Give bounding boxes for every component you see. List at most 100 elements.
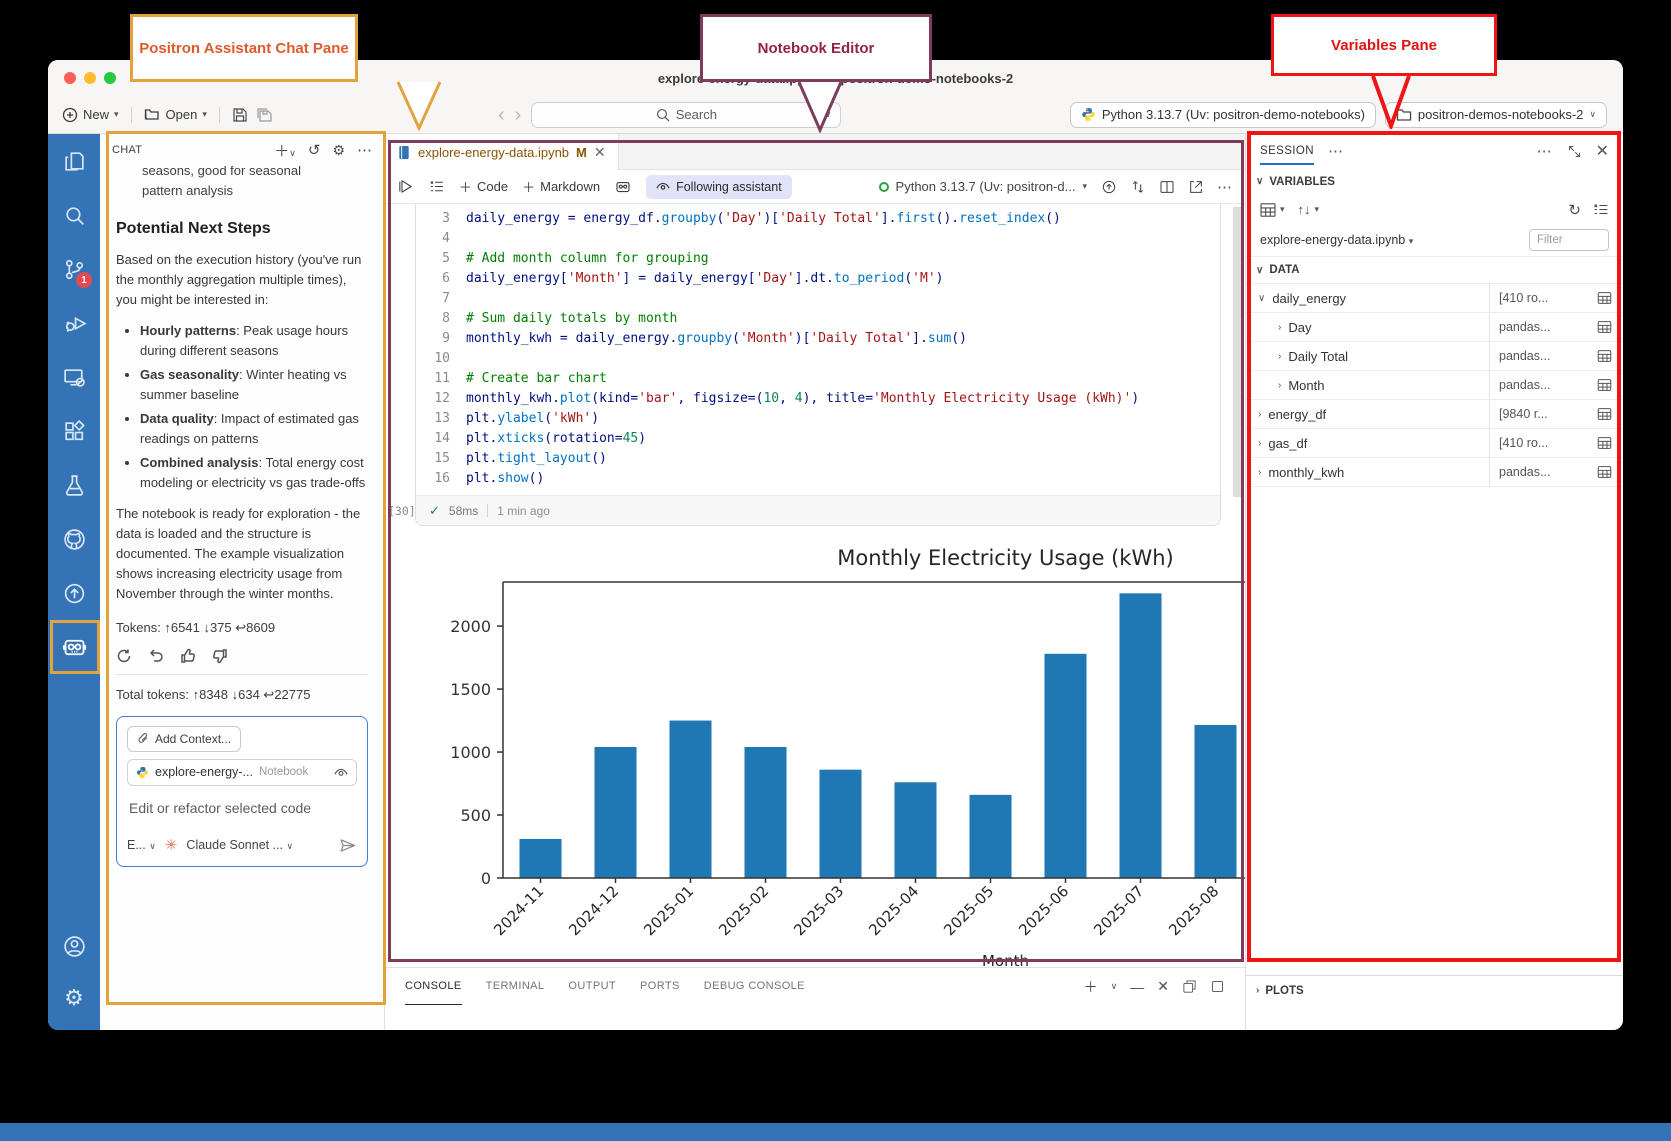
chevron-right-icon[interactable]: › xyxy=(1258,409,1261,420)
minimize-panel-icon[interactable]: — xyxy=(1130,979,1144,995)
chevron-right-icon[interactable]: › xyxy=(1258,467,1261,478)
code-line[interactable]: 7 xyxy=(416,289,1220,309)
code-line[interactable]: 9monthly_kwh = daily_energy.groupby('Mon… xyxy=(416,329,1220,349)
open-data-viewer-icon[interactable] xyxy=(1585,291,1623,305)
chevron-right-icon[interactable]: › xyxy=(1258,438,1261,449)
sync-compare-icon[interactable] xyxy=(1130,179,1146,195)
layout-grid-button[interactable]: ▾ xyxy=(1260,203,1285,217)
open-data-viewer-icon[interactable] xyxy=(1585,320,1623,334)
open-button[interactable]: Open ▾ xyxy=(144,107,207,122)
sort-button[interactable]: ↑↓▾ xyxy=(1298,202,1320,217)
add-code-cell-button[interactable]: ＋ Code xyxy=(459,177,508,196)
sidebar-item-explorer[interactable] xyxy=(48,134,100,188)
sidebar-item-github[interactable] xyxy=(48,512,100,566)
add-markdown-cell-button[interactable]: ＋ Markdown xyxy=(522,177,600,196)
close-pane-icon[interactable]: ✕ xyxy=(1596,141,1609,161)
assistant-robot-icon[interactable] xyxy=(614,178,632,196)
variables-section-header[interactable]: ∨ VARIABLES xyxy=(1246,168,1623,195)
code-line[interactable]: 13plt.ylabel('kWh') xyxy=(416,409,1220,429)
kernel-selector[interactable]: Python 3.13.7 (Uv: positron-d... ▾ xyxy=(879,179,1087,194)
model-selector[interactable]: Claude Sonnet ... ∨ xyxy=(186,836,293,855)
chat-input-box[interactable]: Add Context... explore-energy-... Notebo… xyxy=(116,716,368,868)
data-group-header[interactable]: ∨ DATA xyxy=(1246,256,1623,283)
close-panel-icon[interactable]: ✕ xyxy=(1157,978,1169,995)
code-editor[interactable]: 3daily_energy = energy_df.groupby('Day')… xyxy=(416,204,1220,495)
notebook-scrollbar-thumb[interactable] xyxy=(1233,207,1243,497)
variable-row[interactable]: ›Daypandas... xyxy=(1246,313,1623,342)
open-data-viewer-icon[interactable] xyxy=(1585,349,1623,363)
eye-icon[interactable] xyxy=(334,767,348,778)
sidebar-item-account[interactable] xyxy=(48,920,100,972)
more-actions-icon[interactable]: ⋯ xyxy=(1537,142,1553,160)
sidebar-item-run-debug[interactable] xyxy=(48,296,100,350)
variable-row[interactable]: ›monthly_kwhpandas... xyxy=(1246,458,1623,487)
code-line[interactable]: 3daily_energy = energy_df.groupby('Day')… xyxy=(416,209,1220,229)
run-all-icon[interactable] xyxy=(397,178,414,195)
refresh-icon[interactable]: ↻ xyxy=(1568,201,1581,219)
chevron-down-icon[interactable]: ∨ xyxy=(1111,981,1118,992)
sidebar-item-source-control[interactable]: 1 xyxy=(48,242,100,296)
mode-selector[interactable]: E... ∨ xyxy=(127,836,156,855)
interpreter-selector[interactable]: Python 3.13.7 (Uv: positron-demo-noteboo… xyxy=(1070,102,1376,128)
undo-icon[interactable] xyxy=(148,648,164,664)
list-view-icon[interactable] xyxy=(1593,203,1609,216)
workspace-selector[interactable]: positron-demos-notebooks-2 ∨ xyxy=(1385,102,1607,128)
tab-session[interactable]: SESSION xyxy=(1260,137,1314,165)
open-data-viewer-icon[interactable] xyxy=(1585,407,1623,421)
variable-row[interactable]: ›Daily Totalpandas... xyxy=(1246,342,1623,371)
back-button[interactable]: ‹ xyxy=(498,105,505,125)
send-button[interactable] xyxy=(338,836,357,855)
code-line[interactable]: 14plt.xticks(rotation=45) xyxy=(416,429,1220,449)
split-editor-icon[interactable] xyxy=(1159,179,1175,195)
maximize-panel-icon[interactable] xyxy=(1210,979,1225,994)
chat-prompt-input[interactable]: Edit or refactor selected code xyxy=(129,798,355,820)
context-chip-notebook[interactable]: explore-energy-... Notebook xyxy=(127,759,357,786)
source-selector[interactable]: explore-energy-data.ipynb ▾ xyxy=(1260,233,1413,247)
plots-section-header[interactable]: › PLOTS xyxy=(1246,975,1623,1005)
filter-input[interactable]: Filter xyxy=(1529,229,1609,251)
sidebar-item-publish[interactable] xyxy=(48,566,100,620)
open-data-viewer-icon[interactable] xyxy=(1585,436,1623,450)
chat-more-actions-icon[interactable]: ⋯ xyxy=(357,141,372,159)
code-line[interactable]: 16plt.show() xyxy=(416,469,1220,489)
open-data-viewer-icon[interactable] xyxy=(1585,465,1623,479)
tab-explore-energy-data[interactable]: explore-energy-data.ipynb M ✕ xyxy=(385,134,619,170)
chevron-right-icon[interactable]: › xyxy=(1278,351,1281,362)
open-data-viewer-icon[interactable] xyxy=(1585,378,1623,392)
variable-row[interactable]: ›Monthpandas... xyxy=(1246,371,1623,400)
code-line[interactable]: 11# Create bar chart xyxy=(416,369,1220,389)
variable-row[interactable]: ∨daily_energy[410 ro... xyxy=(1246,284,1623,313)
publish-icon[interactable] xyxy=(1101,179,1117,195)
panel-tab-ports[interactable]: PORTS xyxy=(640,968,680,1005)
code-line[interactable]: 4 xyxy=(416,229,1220,249)
restore-panel-icon[interactable] xyxy=(1182,979,1197,994)
variable-row[interactable]: ›energy_df[9840 r... xyxy=(1246,400,1623,429)
chevron-down-icon[interactable]: ∨ xyxy=(1258,293,1265,304)
add-context-button[interactable]: Add Context... xyxy=(127,726,241,753)
code-cell[interactable]: 3daily_energy = energy_df.groupby('Day')… xyxy=(415,204,1221,526)
thumbs-up-icon[interactable] xyxy=(180,648,196,664)
chat-settings-gear-icon[interactable]: ⚙ xyxy=(332,142,345,159)
panel-tab-debug-console[interactable]: DEBUG CONSOLE xyxy=(704,968,805,1005)
chevron-right-icon[interactable]: › xyxy=(1278,380,1281,391)
expand-pane-icon[interactable] xyxy=(1567,144,1582,159)
session-list-more-icon[interactable]: ⋯ xyxy=(1328,142,1344,160)
sidebar-item-extensions[interactable] xyxy=(48,404,100,458)
chevron-right-icon[interactable]: › xyxy=(1278,322,1281,333)
sidebar-item-remote-explorer[interactable] xyxy=(48,350,100,404)
code-line[interactable]: 15plt.tight_layout() xyxy=(416,449,1220,469)
thumbs-down-icon[interactable] xyxy=(212,648,228,664)
close-tab-icon[interactable]: ✕ xyxy=(594,144,606,161)
sidebar-item-search[interactable] xyxy=(48,188,100,242)
new-button[interactable]: New ▾ xyxy=(62,107,119,123)
save-all-button[interactable] xyxy=(256,107,273,123)
panel-tab-output[interactable]: OUTPUT xyxy=(568,968,616,1005)
code-line[interactable]: 12monthly_kwh.plot(kind='bar', figsize=(… xyxy=(416,389,1220,409)
code-line[interactable]: 10 xyxy=(416,349,1220,369)
new-console-icon[interactable]: ＋ xyxy=(1084,977,1098,997)
outline-icon[interactable] xyxy=(428,179,445,194)
sidebar-item-testing[interactable] xyxy=(48,458,100,512)
panel-tab-console[interactable]: CONSOLE xyxy=(405,968,462,1005)
variable-row[interactable]: ›gas_df[410 ro... xyxy=(1246,429,1623,458)
code-line[interactable]: 8# Sum daily totals by month xyxy=(416,309,1220,329)
